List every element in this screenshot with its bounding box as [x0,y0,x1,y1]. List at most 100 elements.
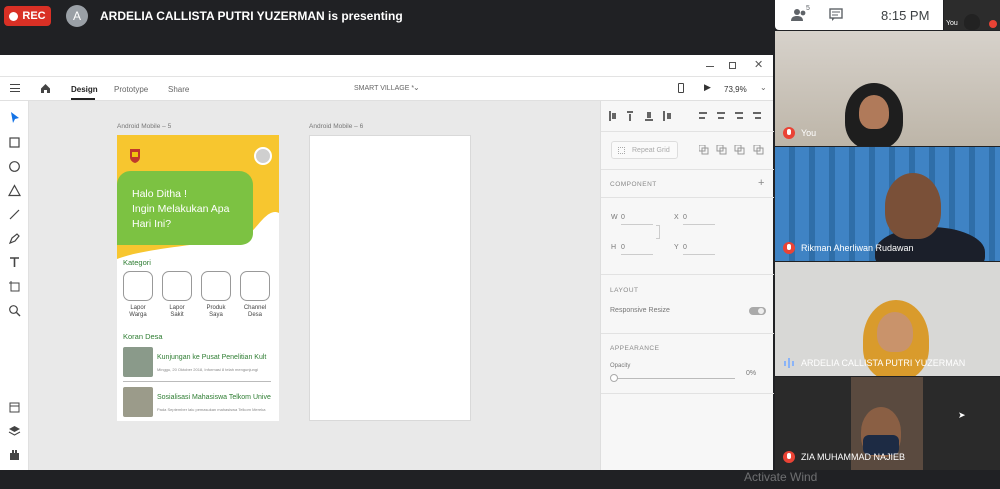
participant-face [859,95,889,129]
tab-prototype[interactable]: Prototype [114,85,148,94]
record-dot-icon [9,11,19,21]
h-input[interactable]: 0 [621,244,653,255]
artboard-label-5[interactable]: Android Mobile – 5 [117,123,171,130]
category-lapor-sakit[interactable] [162,271,192,301]
participant-tile-you[interactable]: You [775,31,1000,146]
document-dropdown-icon[interactable]: ⌄ [413,83,420,92]
mic-off-icon [783,451,795,463]
zoom-tool-icon[interactable] [8,304,21,317]
category-produk-saya[interactable] [201,271,231,301]
home-icon[interactable] [40,83,51,94]
opacity-slider[interactable] [613,378,735,379]
hamburger-menu-middle-line [10,87,20,89]
kategori-heading: Kategori [123,258,151,267]
tool-bar [0,101,29,470]
design-canvas[interactable]: Android Mobile – 5 Android Mobile – 6 Ha… [29,101,600,470]
participant-name-rikman: Rikman Aherliwan Rudawan [801,243,914,253]
w-input[interactable]: 0 [621,214,653,225]
document-title[interactable]: SMART VILLAGE * [354,85,414,92]
zoom-dropdown-icon[interactable]: ⌄ [760,83,767,92]
divider-1 [601,131,774,132]
news-subtitle-2: Pada September lalu pemasukan mahasiswa … [157,407,266,412]
xd-title-bar: ✕ [0,55,773,77]
h-label: H [611,244,617,251]
category-channel-desa[interactable] [240,271,270,301]
category-label-4: Channel Desa [243,305,267,318]
artboard-tool-icon[interactable] [8,280,21,293]
tab-design-underline [71,98,95,100]
y-input[interactable]: 0 [683,244,715,255]
self-view-mini[interactable]: You [944,0,1000,30]
category-label-2: Lapor Sakit [169,305,185,318]
participant-tile-zia[interactable]: ➤ ZIA MUHAMMAD NAJIEB [775,377,1000,470]
mic-off-icon [783,127,795,139]
opacity-value[interactable]: 0% [746,370,756,377]
meet-bottom-bar [0,470,1000,489]
zoom-level[interactable]: 73,9% [724,85,747,94]
device-preview-icon[interactable] [678,83,684,93]
lock-aspect-icon[interactable] [656,225,660,239]
news-subtitle-1: Minggu, 20 Oktober 2018, Informasi 8 tel… [157,367,258,372]
y-label: Y [674,244,679,251]
assets-panel-icon[interactable] [8,401,21,414]
chat-button[interactable] [829,8,847,22]
category-label-1: Lapor Warga [129,305,147,318]
select-tool-icon[interactable] [8,111,21,124]
polygon-tool-icon[interactable] [8,184,21,197]
participants-button[interactable]: 5 [791,5,810,22]
divider-4 [601,274,774,275]
w-label: W [611,214,618,221]
self-mini-label: You [946,20,958,27]
close-icon[interactable]: ✕ [754,58,763,71]
village-logo-icon [130,149,140,163]
artboard-android-mobile-5[interactable]: Halo Ditha ! Ingin Melakukan Apa Hari In… [117,135,279,421]
profile-avatar[interactable] [254,147,272,165]
koran-desa-heading: Koran Desa [123,332,163,341]
ellipse-tool-icon[interactable] [8,160,21,173]
category-label-3: Produk Saya [206,305,226,318]
news-divider [123,381,271,382]
participant-name-zia: ZIA MUHAMMAD NAJIEB [801,452,906,462]
layout-heading: LAYOUT [610,287,639,294]
presenter-avatar: A [66,5,88,27]
responsive-resize-label: Responsive Resize [610,307,670,314]
add-component-icon[interactable]: + [758,177,764,189]
x-input[interactable]: 0 [683,214,715,225]
mic-off-icon [989,20,997,28]
play-preview-icon[interactable]: ▶ [704,82,711,93]
boolean-ops-icons[interactable] [699,145,769,155]
question-line-1: Ingin Melakukan Apa [132,203,230,215]
news-title-2[interactable]: Sosialisasi Mahasiswa Telkom Unive [157,394,271,401]
participant-tile-ardelia[interactable]: ARDELIA CALLISTA PUTRI YUZERMAN [775,262,1000,376]
artboard-android-mobile-6[interactable] [309,135,471,421]
self-mini-figure [964,14,980,30]
meeting-clock: 8:15 PM [881,7,930,23]
category-lapor-warga[interactable] [123,271,153,301]
windows-activation-watermark: Activate Wind [744,470,818,484]
chat-icon [829,8,843,21]
greeting-text: Halo Ditha ! [132,188,187,200]
news-image-2 [123,387,153,417]
component-heading: COMPONENT [610,181,657,188]
xd-nav-bar: Design Prototype Share SMART VILLAGE * ⌄… [0,77,773,101]
mic-off-icon [783,242,795,254]
news-title-1[interactable]: Kunjungan ke Pusat Penelitian Kult [157,354,266,361]
align-tools-icons[interactable] [609,111,769,123]
participant-tile-rikman[interactable]: Rikman Aherliwan Rudawan [775,147,1000,261]
appearance-heading: APPEARANCE [610,345,660,352]
text-tool-icon[interactable] [8,256,21,269]
minimize-icon[interactable] [706,66,714,67]
participant-name-you: You [801,128,817,138]
artboard-label-6[interactable]: Android Mobile – 6 [309,123,363,130]
rectangle-tool-icon[interactable] [8,136,21,149]
mouse-cursor-icon: ➤ [958,410,966,420]
tab-design[interactable]: Design [71,85,98,94]
x-label: X [674,214,679,221]
plugins-panel-icon[interactable] [8,449,21,462]
layers-panel-icon[interactable] [8,425,21,438]
maximize-icon[interactable] [729,62,736,69]
pen-tool-icon[interactable] [8,232,21,245]
opacity-slider-handle[interactable] [610,374,618,382]
line-tool-icon[interactable] [8,208,21,221]
tab-share[interactable]: Share [168,85,189,94]
